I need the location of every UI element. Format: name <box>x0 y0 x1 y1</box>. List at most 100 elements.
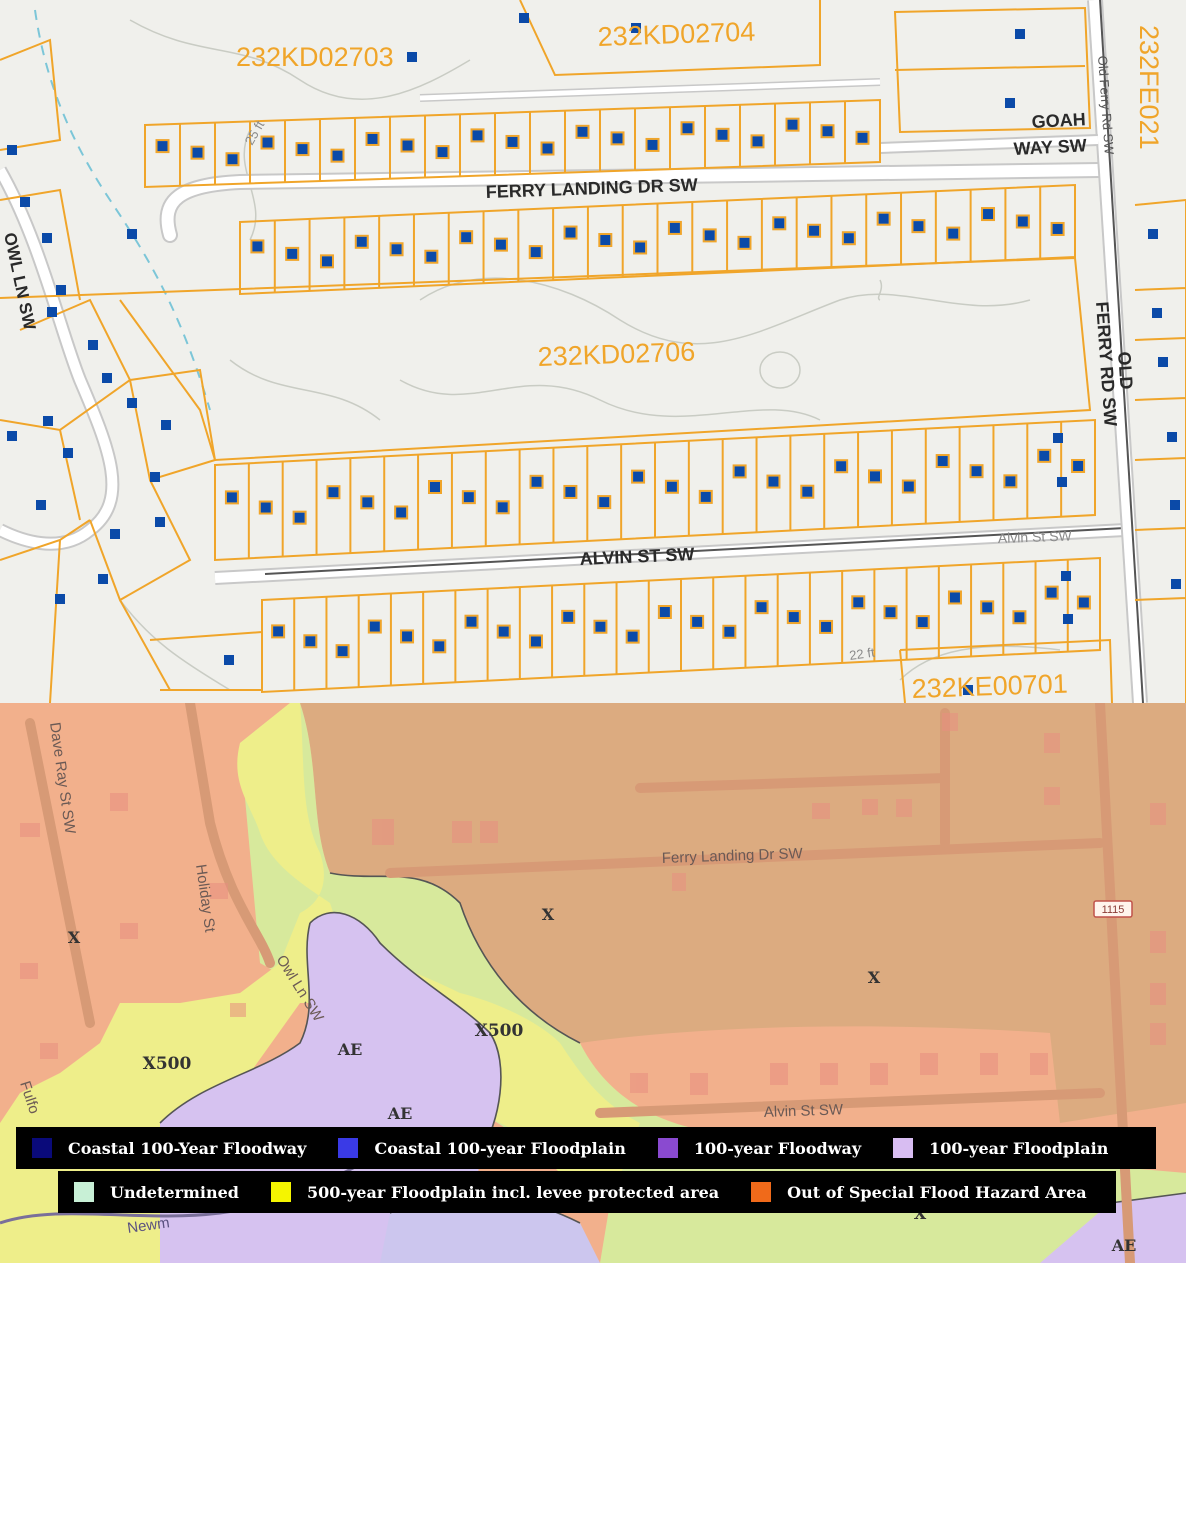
parcel-map[interactable]: 232KD02703 232KD02704 232KD02706 232FE02… <box>0 0 1186 703</box>
building-marker <box>774 218 785 229</box>
building-marker <box>599 497 610 508</box>
building-marker <box>56 285 66 295</box>
building-marker <box>1167 432 1177 442</box>
building-marker <box>717 129 728 140</box>
building-marker <box>885 607 896 618</box>
building-marker <box>669 222 680 233</box>
parcel-id-label: 232KD02703 <box>236 42 394 72</box>
zone-label-x500: X500 <box>475 1021 524 1041</box>
building-marker <box>155 517 165 527</box>
street-label-goah: GOAH <box>1031 109 1086 132</box>
flood-building-footprint <box>1150 803 1166 825</box>
flood-building-footprint <box>372 819 394 845</box>
building-marker <box>821 621 832 632</box>
building-marker <box>305 636 316 647</box>
building-marker <box>287 248 298 259</box>
building-marker <box>739 237 750 248</box>
flood-building-footprint <box>980 1053 998 1075</box>
building-marker <box>430 482 440 492</box>
building-marker <box>1005 98 1015 108</box>
building-marker <box>497 502 508 513</box>
building-marker <box>1052 223 1063 234</box>
building-marker <box>98 574 108 584</box>
parcel-id-label: 232KD02704 <box>597 17 756 52</box>
building-marker <box>498 626 509 637</box>
zone-label-ae: AE <box>337 1040 363 1059</box>
zone-label-x: X <box>542 905 555 924</box>
legend-label: Out of Special Flood Hazard Area <box>787 1182 1087 1202</box>
building-marker <box>565 486 576 497</box>
building-marker <box>102 373 112 383</box>
building-marker <box>297 144 308 155</box>
building-marker <box>734 466 745 477</box>
legend-swatch <box>893 1138 914 1158</box>
flood-building-footprint <box>20 823 40 837</box>
building-marker <box>20 197 30 207</box>
flood-building-footprint <box>942 713 958 731</box>
building-marker <box>1148 229 1158 239</box>
building-marker <box>434 641 445 652</box>
building-marker <box>787 119 798 130</box>
building-marker <box>356 236 367 247</box>
building-marker <box>949 592 960 603</box>
flood-building-footprint <box>452 821 472 843</box>
zone-label-x: X <box>868 968 881 987</box>
building-marker <box>466 616 477 627</box>
building-marker <box>252 241 263 252</box>
building-marker <box>362 497 373 508</box>
building-marker <box>42 233 52 243</box>
zone-label-ae: AE <box>387 1104 413 1123</box>
building-marker <box>563 611 574 622</box>
building-marker <box>878 213 889 224</box>
building-marker <box>328 487 339 498</box>
flood-building-footprint <box>1044 787 1060 805</box>
building-marker <box>788 612 799 623</box>
building-marker <box>127 229 137 239</box>
building-marker <box>595 621 606 632</box>
building-marker <box>1061 571 1071 581</box>
building-marker <box>1078 597 1089 608</box>
building-marker <box>273 626 284 637</box>
legend-item: Coastal 100-Year Floodway <box>32 1138 306 1158</box>
legend-label: 100-year Floodplain <box>929 1138 1109 1158</box>
building-marker <box>519 13 529 23</box>
building-marker <box>369 621 380 632</box>
legend-swatch <box>657 1138 678 1158</box>
zone-label-x500: X500 <box>143 1054 192 1074</box>
street-label-alvin-small: Alvin St SW <box>998 527 1073 546</box>
building-marker <box>402 631 413 642</box>
legend-item: 100-year Floodway <box>657 1138 862 1158</box>
building-marker <box>948 228 959 239</box>
legend-swatch <box>338 1138 359 1158</box>
legend-swatch <box>32 1138 52 1158</box>
building-marker <box>426 251 437 262</box>
building-marker <box>407 52 417 62</box>
building-marker <box>294 512 305 523</box>
building-marker <box>853 597 864 608</box>
building-marker <box>1005 476 1016 487</box>
legend-swatch <box>74 1182 94 1202</box>
building-marker <box>7 145 17 155</box>
building-marker <box>227 154 238 165</box>
building-marker <box>332 150 343 161</box>
building-marker <box>565 227 576 238</box>
building-marker <box>752 136 763 147</box>
building-marker <box>530 247 541 258</box>
building-marker <box>724 626 735 637</box>
building-marker <box>857 132 868 143</box>
building-marker <box>802 486 813 497</box>
building-marker <box>1073 460 1084 471</box>
legend-label: 100-year Floodway <box>693 1138 862 1158</box>
building-marker <box>161 420 171 430</box>
legend-label: Coastal 100-year Floodplain <box>374 1138 626 1158</box>
building-marker <box>531 476 542 487</box>
building-marker <box>1053 433 1063 443</box>
building-marker <box>822 126 833 137</box>
flood-building-footprint <box>630 1073 648 1093</box>
building-marker <box>682 123 693 134</box>
building-marker <box>402 140 413 151</box>
building-marker <box>260 502 271 513</box>
legend-label: Undetermined <box>110 1182 239 1202</box>
building-marker <box>472 130 483 141</box>
flood-building-footprint <box>812 803 830 819</box>
